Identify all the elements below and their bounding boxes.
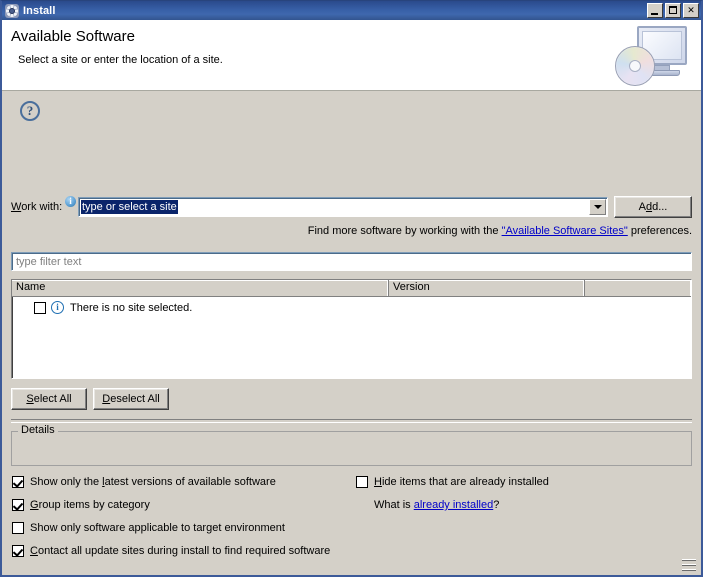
title-bar: Install ✕ <box>2 1 701 20</box>
option-label: Group items by category <box>30 499 150 511</box>
checkbox[interactable] <box>12 522 24 534</box>
info-icon <box>51 301 64 314</box>
install-dialog-window: Install ✕ Available Software Select a si… <box>0 0 703 577</box>
maximize-button[interactable] <box>665 3 681 18</box>
checkbox[interactable] <box>12 499 24 511</box>
option-label: Show only software applicable to target … <box>30 522 285 534</box>
column-header-extra[interactable] <box>585 280 691 297</box>
page-description: Select a site or enter the location of a… <box>18 54 223 66</box>
help-question-icon[interactable]: ? <box>20 101 40 121</box>
option-label: Show only the latest versions of availab… <box>30 476 276 488</box>
resize-grip-icon[interactable] <box>682 559 696 572</box>
option-label: Contact all update sites during install … <box>30 545 331 557</box>
find-more-software-text: Find more software by working with the "… <box>307 225 692 237</box>
what-is-installed-text: What is already installed? <box>374 499 500 511</box>
option-show-latest-versions[interactable]: Show only the latest versions of availab… <box>12 476 276 488</box>
work-with-combo[interactable]: type or select a site <box>78 197 608 217</box>
deselect-all-button[interactable]: Deselect All <box>93 388 169 410</box>
add-button[interactable]: Add... <box>614 196 692 218</box>
close-button[interactable]: ✕ <box>683 3 699 18</box>
details-legend: Details <box>18 424 58 436</box>
work-with-combo-value[interactable]: type or select a site <box>81 200 178 214</box>
column-header-name[interactable]: Name <box>12 280 389 297</box>
option-hide-installed[interactable]: Hide items that are already installed <box>356 476 549 488</box>
separator <box>11 419 692 423</box>
window-controls: ✕ <box>647 3 699 18</box>
table-row[interactable]: There is no site selected. <box>12 299 691 316</box>
dialog-body: Work with: type or select a site Add... … <box>2 91 701 575</box>
already-installed-link[interactable]: already installed <box>414 499 494 511</box>
select-all-button[interactable]: Select All <box>11 388 87 410</box>
wizard-header: Available Software Select a site or ente… <box>2 20 701 91</box>
software-table[interactable]: Name Version There is no site selected. <box>11 279 692 379</box>
table-header: Name Version <box>12 280 691 297</box>
monitor-with-disc-icon <box>613 24 693 88</box>
window-title: Install <box>23 4 56 17</box>
details-group <box>11 431 692 466</box>
checkbox[interactable] <box>12 545 24 557</box>
gear-icon <box>5 3 19 18</box>
minimize-button[interactable] <box>647 3 663 18</box>
row-label: There is no site selected. <box>70 301 193 314</box>
row-checkbox[interactable] <box>34 301 46 314</box>
table-body: There is no site selected. <box>12 297 691 316</box>
option-group-by-category[interactable]: Group items by category <box>12 499 150 511</box>
work-with-label: Work with: <box>11 201 63 213</box>
option-label: Hide items that are already installed <box>374 476 549 488</box>
option-contact-update-sites[interactable]: Contact all update sites during install … <box>12 545 330 557</box>
checkbox[interactable] <box>12 476 24 488</box>
available-software-sites-link[interactable]: "Available Software Sites" <box>502 225 628 237</box>
page-title: Available Software <box>11 28 135 45</box>
option-target-environment[interactable]: Show only software applicable to target … <box>12 522 285 534</box>
checkbox[interactable] <box>356 476 368 488</box>
column-header-version[interactable]: Version <box>389 280 585 297</box>
filter-placeholder: type filter text <box>16 255 82 268</box>
filter-input[interactable]: type filter text <box>11 252 692 271</box>
chevron-down-icon[interactable] <box>589 199 606 215</box>
work-with-info-icon <box>65 195 76 207</box>
